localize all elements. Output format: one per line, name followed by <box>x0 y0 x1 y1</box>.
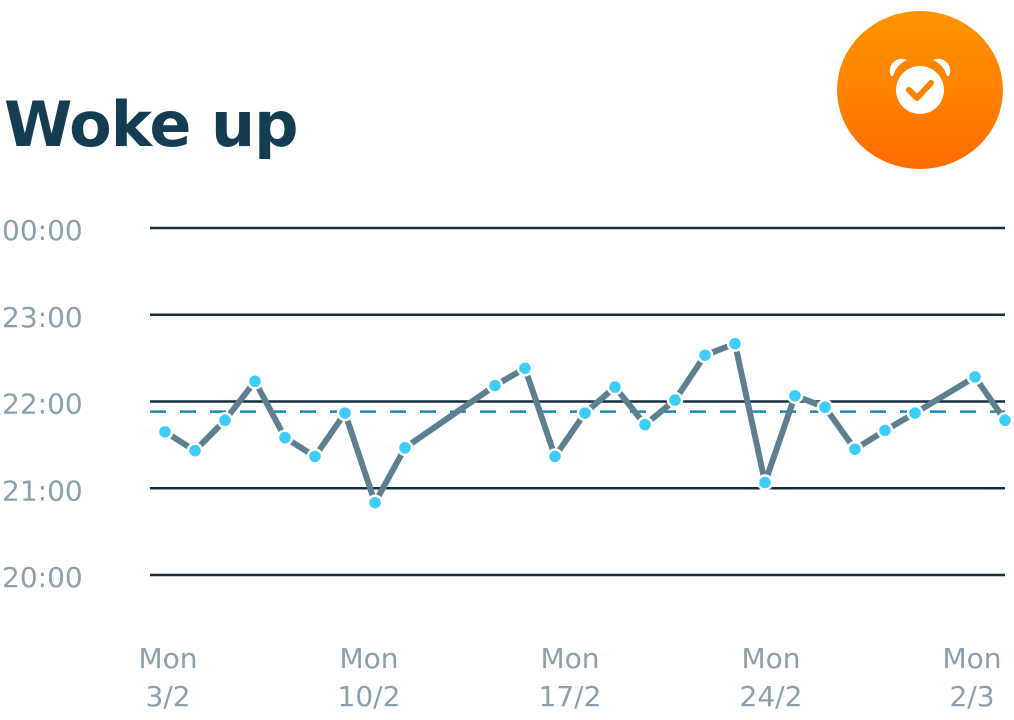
x-tick-label: 2/3 <box>949 680 994 713</box>
data-point <box>306 448 324 465</box>
data-point <box>516 359 534 377</box>
wake-time-chart: 00:00 23:00 22:00 21:00 20:00 Mon 3/2 Mon 10/2 M… <box>2 214 1014 713</box>
data-point <box>216 412 234 429</box>
data-point <box>846 440 864 458</box>
x-tick-label: Mon <box>942 642 1001 675</box>
x-tick-label: 10/2 <box>338 680 401 713</box>
data-point <box>276 429 294 446</box>
y-tick-label: 00:00 <box>2 214 83 247</box>
x-tick-label: Mon <box>540 642 599 675</box>
data-point <box>996 412 1014 429</box>
data-point <box>396 439 414 457</box>
data-point <box>366 494 384 511</box>
x-tick-label: 17/2 <box>539 680 602 713</box>
data-point <box>816 399 834 416</box>
x-tick-label: Mon <box>138 642 197 675</box>
y-tick-label: 20:00 <box>2 561 83 594</box>
y-tick-label: 21:00 <box>2 474 83 507</box>
data-point <box>906 404 924 422</box>
data-point <box>186 442 204 459</box>
wake-time-line <box>163 340 1008 506</box>
data-point <box>726 335 744 352</box>
data-point <box>156 423 174 441</box>
x-tick-label: 3/2 <box>145 680 190 713</box>
data-point <box>546 448 564 465</box>
data-point <box>606 378 624 396</box>
data-point <box>666 391 684 409</box>
data-point <box>696 346 714 364</box>
y-tick-label: 22:00 <box>2 388 83 421</box>
data-point <box>636 416 654 433</box>
data-point <box>966 368 984 386</box>
data-point <box>786 387 804 404</box>
data-point <box>336 404 354 422</box>
data-point <box>576 404 594 422</box>
x-tick-label: 24/2 <box>740 680 803 713</box>
x-tick-label: Mon <box>741 642 800 675</box>
data-point <box>876 422 894 439</box>
x-tick-label: Mon <box>339 642 398 675</box>
data-point <box>756 474 774 491</box>
data-point <box>246 373 264 390</box>
y-tick-label: 23:00 <box>2 301 83 334</box>
data-point <box>486 377 504 394</box>
